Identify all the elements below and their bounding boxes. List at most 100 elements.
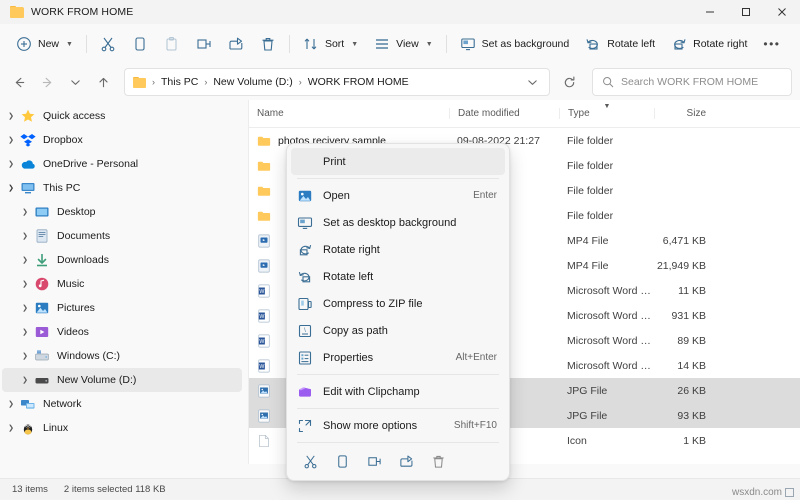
sidebar-item-pictures[interactable]: ❯ Pictures: [2, 296, 242, 320]
more-options-button[interactable]: •••: [755, 30, 788, 58]
file-size-cell: 1 KB: [683, 434, 706, 447]
share-button[interactable]: [220, 30, 252, 58]
close-button[interactable]: [764, 0, 800, 24]
view-button[interactable]: View ▼: [366, 30, 441, 58]
context-menu-item-show-more-options[interactable]: Show more options Shift+F10: [291, 412, 505, 439]
set-as-background-button[interactable]: Set as background: [452, 30, 578, 58]
file-type-cell: JPG File: [567, 384, 608, 397]
column-header-name[interactable]: Name: [249, 108, 449, 119]
breadcrumb[interactable]: › This PC › New Volume (D:) › WORK FROM …: [124, 68, 550, 96]
window-controls: [692, 0, 800, 24]
rename-button[interactable]: [188, 30, 220, 58]
delete-button[interactable]: [252, 30, 284, 58]
breadcrumb-item-work-from-home[interactable]: WORK FROM HOME: [304, 74, 413, 90]
sidebar-item-videos[interactable]: ❯ Videos: [2, 320, 242, 344]
search-input[interactable]: Search WORK FROM HOME: [592, 68, 792, 96]
sidebar-item-new-volume-d[interactable]: ❯ New Volume (D:): [2, 368, 242, 392]
context-share-button[interactable]: [391, 448, 421, 474]
sidebar-item-label: Videos: [57, 326, 89, 338]
sidebar-item-linux[interactable]: ❯ Linux: [2, 416, 242, 440]
refresh-button[interactable]: [556, 69, 582, 95]
file-type-cell: Icon: [567, 434, 587, 447]
paste-button[interactable]: [156, 30, 188, 58]
context-menu-item-accel: Shift+F10: [453, 420, 497, 431]
minimize-button[interactable]: [692, 0, 728, 24]
rotate-left-button[interactable]: Rotate left: [577, 30, 663, 58]
toolbar-divider-3: [445, 35, 447, 53]
sidebar-item-quick-access[interactable]: ❯ Quick access: [2, 104, 242, 128]
context-menu-item-compress-to-zip-file[interactable]: Compress to ZIP file: [291, 290, 505, 317]
rotate-right-button[interactable]: Rotate right: [663, 30, 755, 58]
context-copy-button[interactable]: [327, 448, 357, 474]
chevron-right-icon[interactable]: ❯: [16, 281, 34, 288]
cut-button[interactable]: [92, 30, 124, 58]
file-size-cell: 26 KB: [677, 384, 706, 397]
new-button[interactable]: New ▼: [8, 30, 81, 58]
sidebar-item-dropbox[interactable]: ❯ Dropbox: [2, 128, 242, 152]
chevron-right-icon[interactable]: ❯: [2, 113, 20, 120]
folder-icon: [257, 186, 271, 196]
chevron-right-icon[interactable]: ❯: [16, 257, 34, 264]
column-header-date-modified[interactable]: Date modified: [449, 108, 559, 119]
window-title: WORK FROM HOME: [31, 6, 134, 18]
sort-button[interactable]: Sort ▼: [295, 30, 366, 58]
context-menu-item-properties[interactable]: Properties Alt+Enter: [291, 344, 505, 371]
sidebar-item-downloads[interactable]: ❯ Downloads: [2, 248, 242, 272]
context-menu-item-label: Rotate left: [323, 270, 374, 283]
pc-icon: [21, 183, 35, 194]
show-more-icon: [298, 419, 312, 432]
sidebar-item-desktop[interactable]: ❯ Desktop: [2, 200, 242, 224]
sidebar-item-music[interactable]: ❯ Music: [2, 272, 242, 296]
rotate-left-label: Rotate left: [607, 38, 656, 50]
star-icon: [21, 109, 35, 122]
breadcrumb-separator: ›: [152, 77, 155, 87]
chevron-right-icon[interactable]: ❯: [16, 329, 34, 336]
recent-locations-button[interactable]: [62, 69, 88, 95]
chevron-right-icon[interactable]: ❯: [16, 377, 34, 384]
breadcrumb-item-this-pc[interactable]: This PC: [157, 74, 202, 90]
file-type-cell: File folder: [567, 159, 614, 172]
sort-button-label: Sort: [324, 38, 345, 50]
chevron-right-icon[interactable]: ❯: [2, 137, 20, 144]
breadcrumb-dropdown-button[interactable]: [519, 69, 545, 95]
chevron-right-icon[interactable]: ❯: [16, 209, 34, 216]
title-bar: WORK FROM HOME: [0, 0, 800, 24]
breadcrumb-item-new-volume[interactable]: New Volume (D:): [209, 74, 296, 90]
forward-button[interactable]: [34, 69, 60, 95]
status-item-count: 13 items: [12, 484, 48, 495]
chevron-down-icon[interactable]: ❯: [2, 185, 20, 192]
back-button[interactable]: [6, 69, 32, 95]
maximize-button[interactable]: [728, 0, 764, 24]
sidebar-item-documents[interactable]: ❯ Documents: [2, 224, 242, 248]
context-menu-item-rotate-right[interactable]: Rotate right: [291, 236, 505, 263]
context-menu-item-open[interactable]: Open Enter: [291, 182, 505, 209]
chevron-right-icon[interactable]: ❯: [16, 353, 34, 360]
context-cut-button[interactable]: [295, 448, 325, 474]
context-menu-item-rotate-left[interactable]: Rotate left: [291, 263, 505, 290]
chevron-right-icon[interactable]: ❯: [16, 305, 34, 312]
set-as-background-label: Set as background: [481, 38, 570, 50]
file-size-cell: 21,949 KB: [656, 259, 706, 272]
file-type-cell: Microsoft Word D...: [567, 359, 654, 372]
rotate-right-icon: [299, 244, 312, 255]
context-menu-item-print[interactable]: Print: [291, 148, 505, 175]
context-menu-item-set-as-desktop-background[interactable]: Set as desktop background: [291, 209, 505, 236]
chevron-right-icon[interactable]: ❯: [2, 161, 20, 168]
sidebar-item-this-pc[interactable]: ❯ This PC: [2, 176, 242, 200]
sidebar-item-onedrive[interactable]: ❯ OneDrive - Personal: [2, 152, 242, 176]
context-menu-item-copy-as-path[interactable]: \ Copy as path: [291, 317, 505, 344]
chevron-right-icon[interactable]: ❯: [16, 233, 34, 240]
copy-button[interactable]: [124, 30, 156, 58]
file-icon: [259, 434, 269, 447]
column-header-type[interactable]: Type ▼: [559, 103, 654, 119]
context-menu-item-edit-with-clipchamp[interactable]: Edit with Clipchamp: [291, 378, 505, 405]
sidebar-item-network[interactable]: ❯ Network: [2, 392, 242, 416]
context-delete-button[interactable]: [423, 448, 453, 474]
up-button[interactable]: [90, 69, 116, 95]
column-header-size[interactable]: Size: [654, 108, 714, 119]
chevron-right-icon[interactable]: ❯: [2, 425, 20, 432]
context-menu-item-label: Copy as path: [323, 324, 388, 337]
chevron-right-icon[interactable]: ❯: [2, 401, 20, 408]
context-rename-button[interactable]: [359, 448, 389, 474]
sidebar-item-windows-c[interactable]: ❯ Windows (C:): [2, 344, 242, 368]
